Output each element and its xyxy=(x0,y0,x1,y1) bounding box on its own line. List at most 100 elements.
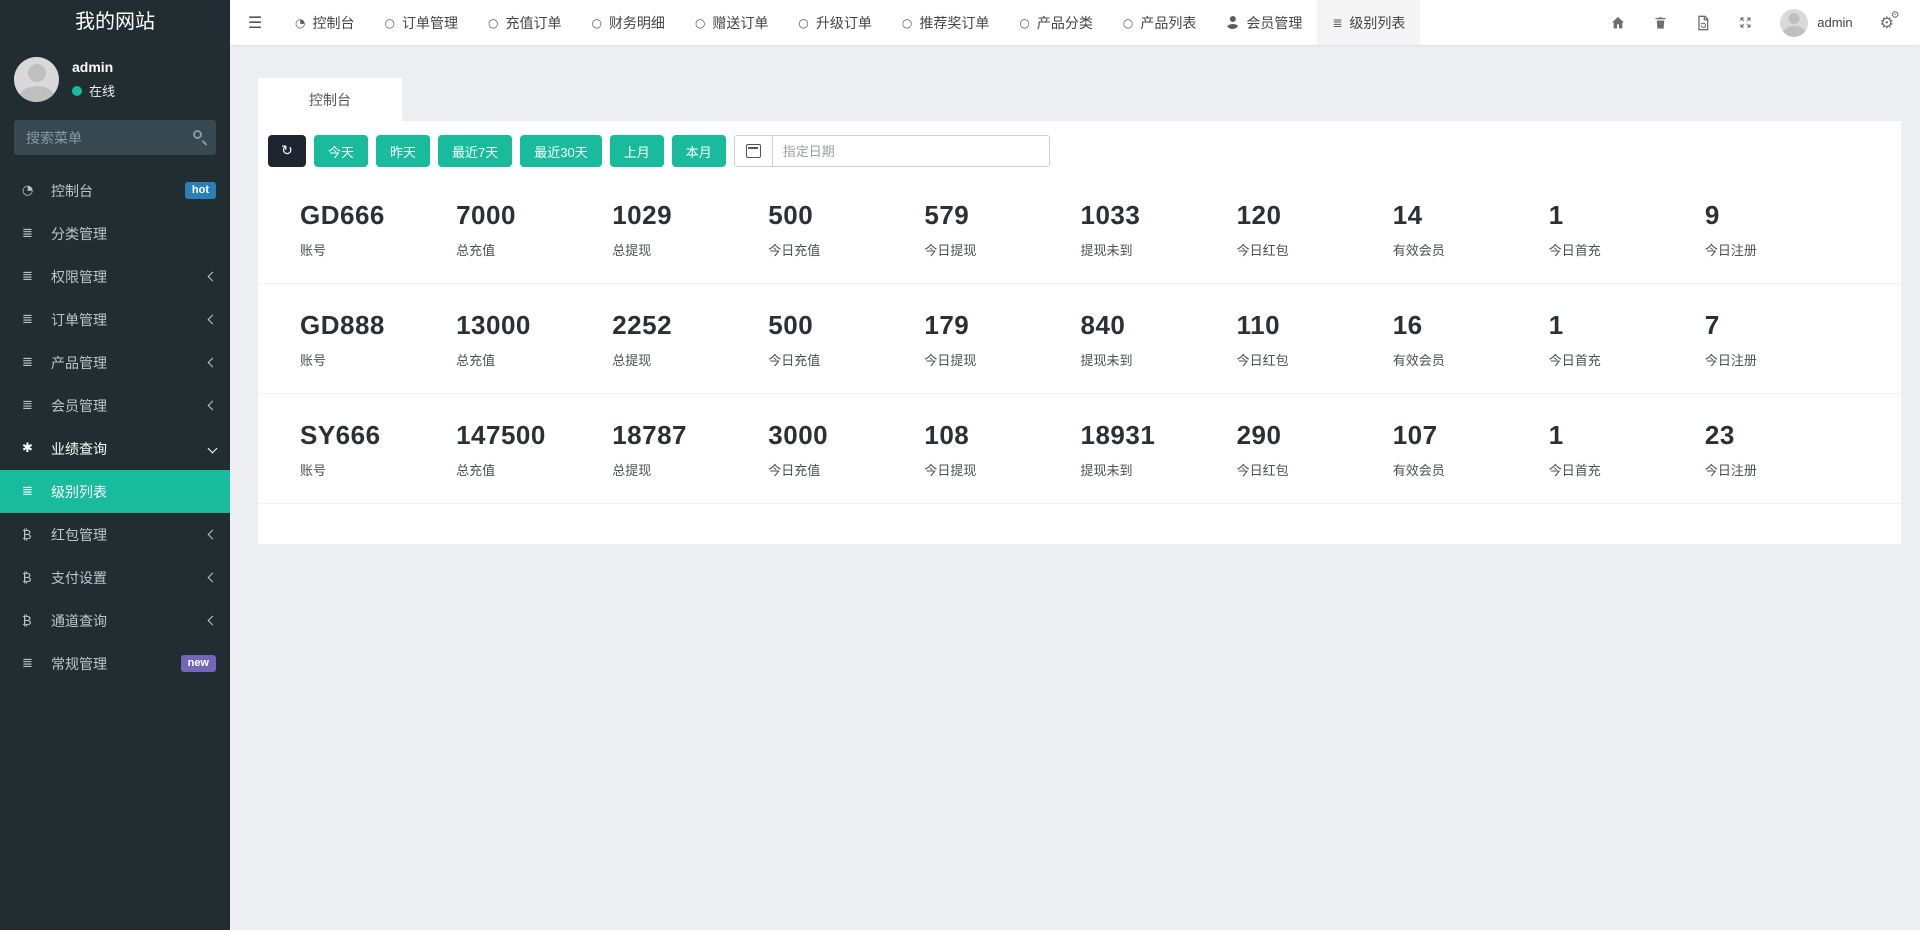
sidebar-item-level-list[interactable]: ≣级别列表 xyxy=(0,470,230,513)
fullscreen-icon[interactable] xyxy=(1738,15,1753,30)
top-tab-level-list[interactable]: ≣级别列表 xyxy=(1317,0,1420,45)
stat-label: 今日红包 xyxy=(1237,350,1393,369)
stat-cell: 107有效会员 xyxy=(1393,420,1549,479)
sidebar-item-permission-mgmt[interactable]: ≣权限管理 xyxy=(0,255,230,298)
stat-cell: 9今日注册 xyxy=(1705,200,1861,259)
stat-cell: 1033提现未到 xyxy=(1081,200,1237,259)
menu-list-icon: ≣ xyxy=(22,269,42,284)
settings-gears-icon[interactable]: ⚙⚙ xyxy=(1880,15,1894,31)
top-tab-label: 充值订单 xyxy=(505,13,561,33)
stat-value: 1 xyxy=(1549,420,1705,451)
stat-cell: 18931提现未到 xyxy=(1081,420,1237,479)
chevron-left-icon xyxy=(208,315,218,325)
menu-bitcoin-icon: ₿ xyxy=(22,527,42,543)
menu-list-icon: ≣ xyxy=(22,398,42,413)
sidebar-item-order-mgmt[interactable]: ≣订单管理 xyxy=(0,298,230,341)
sidebar-item-payment-settings[interactable]: ₿支付设置 xyxy=(0,556,230,599)
topbar-user[interactable]: admin xyxy=(1780,9,1852,37)
hamburger-icon[interactable]: ☰ xyxy=(230,0,280,45)
trash-icon[interactable] xyxy=(1653,15,1668,31)
stat-value: 7 xyxy=(1705,310,1861,341)
stat-cell: 18787总提现 xyxy=(612,420,768,479)
sidebar-item-label: 支付设置 xyxy=(51,568,107,588)
chevron-left-icon xyxy=(208,358,218,368)
top-tab-member-mgmt[interactable]: 会员管理 xyxy=(1211,0,1317,45)
stat-cell: SY666账号 xyxy=(300,420,456,479)
date-input[interactable] xyxy=(773,136,1049,166)
refresh-button[interactable]: ↻ xyxy=(268,135,306,167)
menu-list-icon: ≣ xyxy=(22,484,42,499)
stat-cell: 500今日充值 xyxy=(768,310,924,369)
top-tab-recharge-orders[interactable]: ○充值订单 xyxy=(473,0,576,45)
backup-icon[interactable] xyxy=(1695,15,1711,31)
top-tab-product-list[interactable]: ○产品列表 xyxy=(1108,0,1211,45)
sidebar-item-label: 红包管理 xyxy=(51,525,107,545)
stat-label: 今日首充 xyxy=(1549,350,1705,369)
stat-value: 1 xyxy=(1549,310,1705,341)
home-icon[interactable] xyxy=(1610,15,1626,31)
menu-dashboard-icon: ◔ xyxy=(22,183,42,198)
top-tab-referral-reward-orders[interactable]: ○推荐奖订单 xyxy=(887,0,1004,45)
menu-asterisk-icon: ✱ xyxy=(22,441,42,456)
sidebar-item-member-mgmt[interactable]: ≣会员管理 xyxy=(0,384,230,427)
stat-label: 总提现 xyxy=(612,240,768,259)
top-tab-label: 产品分类 xyxy=(1037,13,1093,33)
sidebar-item-general-mgmt[interactable]: ≣常规管理new xyxy=(0,642,230,685)
stat-cell: 147500总充值 xyxy=(456,420,612,479)
page-tab-console[interactable]: 控制台 xyxy=(258,78,402,121)
stat-row: SY666账号147500总充值18787总提现3000今日充值108今日提现1… xyxy=(258,394,1901,504)
filter-last-7-days-button[interactable]: 最近7天 xyxy=(438,135,512,167)
user-name: admin xyxy=(72,59,115,75)
top-tab-label: 级别列表 xyxy=(1349,13,1405,33)
stat-value: 1029 xyxy=(612,200,768,231)
stat-value: 110 xyxy=(1237,310,1393,341)
tab-circle-icon: ○ xyxy=(695,16,705,30)
filter-yesterday-button[interactable]: 昨天 xyxy=(376,135,430,167)
calendar-icon[interactable] xyxy=(735,136,773,166)
stat-value: 147500 xyxy=(456,420,612,451)
top-tab-product-category[interactable]: ○产品分类 xyxy=(1004,0,1107,45)
calendar-glyph xyxy=(746,144,761,158)
stat-row: GD888账号13000总充值2252总提现500今日充值179今日提现840提… xyxy=(258,284,1901,394)
user-icon xyxy=(1226,16,1239,29)
stat-label: 今日注册 xyxy=(1705,460,1861,479)
sidebar-menu: ◔控制台hot≣分类管理≣权限管理≣订单管理≣产品管理≣会员管理✱业绩查询≣级别… xyxy=(0,169,230,685)
stat-cell: 120今日红包 xyxy=(1237,200,1393,259)
sidebar-item-redpacket-mgmt[interactable]: ₿ 红包管理 xyxy=(0,513,230,556)
stat-cell: 579今日提现 xyxy=(924,200,1080,259)
stat-label: 今日提现 xyxy=(924,240,1080,259)
search-icon[interactable] xyxy=(193,130,202,139)
stat-cell: 23今日注册 xyxy=(1705,420,1861,479)
top-tab-gift-orders[interactable]: ○赠送订单 xyxy=(680,0,783,45)
stat-label: 今日充值 xyxy=(768,240,924,259)
top-tab-order-mgmt[interactable]: ○订单管理 xyxy=(369,0,472,45)
sidebar-item-performance-query[interactable]: ✱业绩查询 xyxy=(0,427,230,470)
stat-value: 120 xyxy=(1237,200,1393,231)
stat-cell: 1029 总提现 xyxy=(612,200,768,259)
stats-panel: ↻ 今天昨天最近7天最近30天上月本月 GD666账号7000总充值1029总提… xyxy=(258,121,1901,544)
filter-today-button[interactable]: 今天 xyxy=(314,135,368,167)
filter-last-30-days-button[interactable]: 最近30天 xyxy=(520,135,601,167)
stat-value: 9 xyxy=(1705,200,1861,231)
stat-label: 总提现 xyxy=(612,460,768,479)
topbar-username: admin xyxy=(1817,15,1852,30)
sidebar-item-product-mgmt[interactable]: ≣产品管理 xyxy=(0,341,230,384)
tab-circle-icon: ○ xyxy=(384,16,394,30)
sidebar-item-category-mgmt[interactable]: ≣分类管理 xyxy=(0,212,230,255)
filter-last-month-button[interactable]: 上月 xyxy=(610,135,664,167)
date-picker-group xyxy=(734,135,1050,167)
top-tab-upgrade-orders[interactable]: ○升级订单 xyxy=(783,0,886,45)
stat-cell: 13000总充值 xyxy=(456,310,612,369)
top-tab-console[interactable]: ◔控制台 xyxy=(280,0,369,45)
filter-this-month-button[interactable]: 本月 xyxy=(672,135,726,167)
sidebar-item-console[interactable]: ◔控制台hot xyxy=(0,169,230,212)
sidebar-item-channel-query[interactable]: ₿通道查询 xyxy=(0,599,230,642)
stat-cell: 7今日注册 xyxy=(1705,310,1861,369)
content-area: 控制台 ↻ 今天昨天最近7天最近30天上月本月 GD666账号7000总充值10… xyxy=(230,45,1920,930)
stat-value: SY666 xyxy=(300,420,456,451)
top-tab-finance-detail[interactable]: ○财务明细 xyxy=(576,0,679,45)
chevron-left-icon xyxy=(208,401,218,411)
tab-circle-icon: ○ xyxy=(798,16,808,30)
top-tab-label: 控制台 xyxy=(312,13,354,33)
search-input[interactable] xyxy=(14,120,216,155)
